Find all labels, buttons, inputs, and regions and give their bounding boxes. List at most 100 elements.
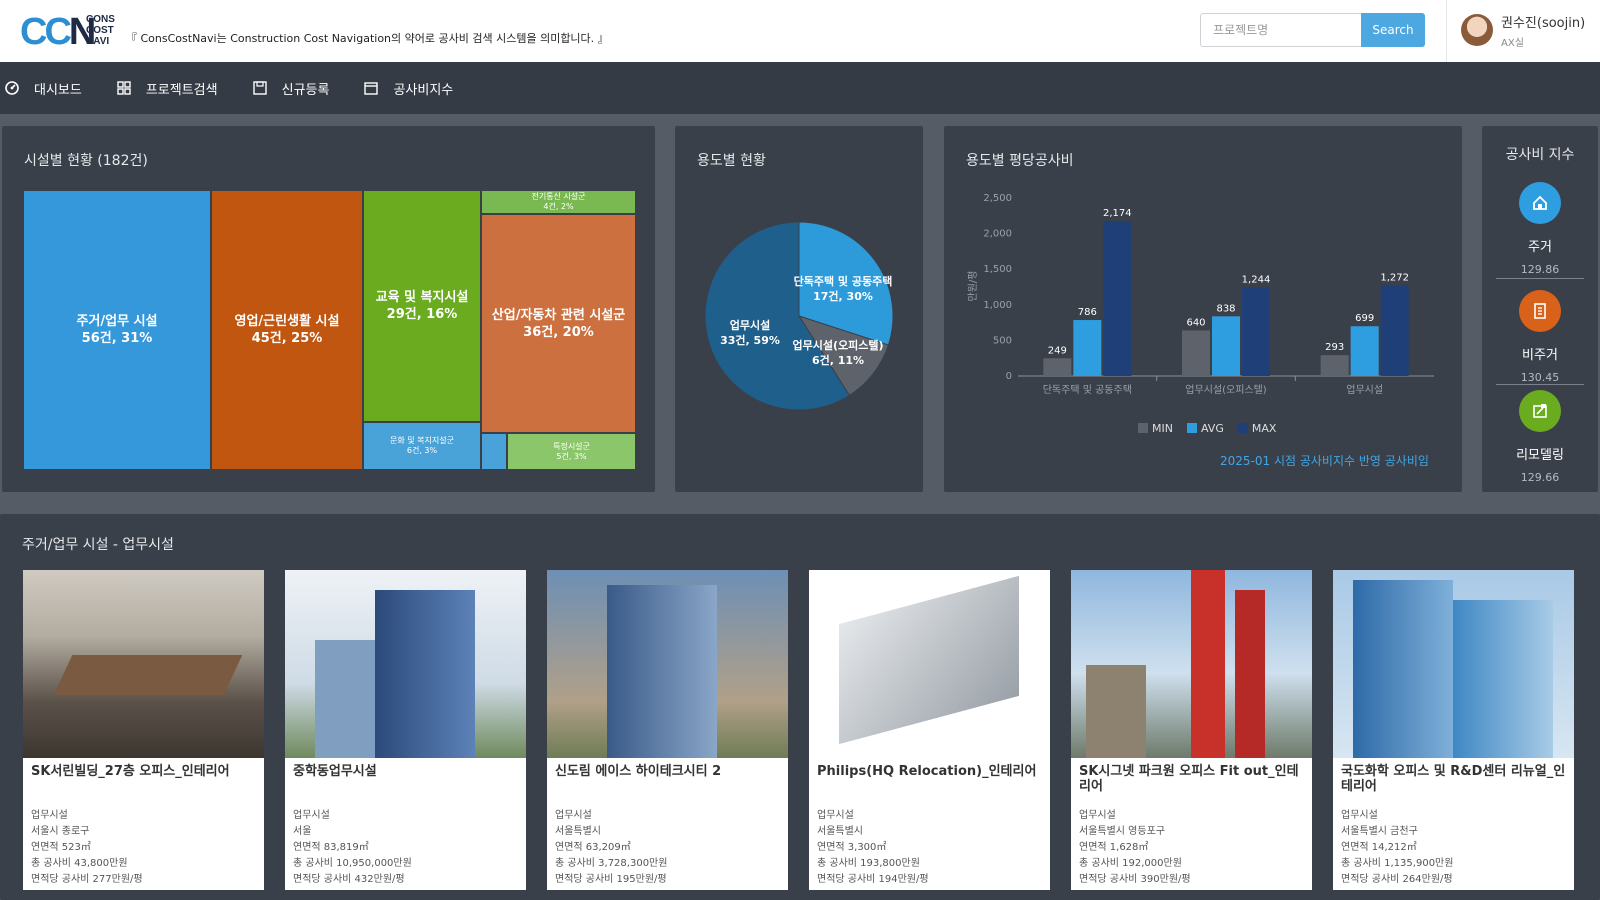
building-shape: [315, 640, 375, 758]
nav-item-new-register[interactable]: 신규등록: [248, 79, 360, 98]
index-item-nonresidential[interactable]: 비주거 130.45: [1482, 290, 1598, 384]
treemap-cell-telecom[interactable]: 전기통신 시설군 4건, 2%: [482, 191, 637, 215]
card-total-cost: 총 공사비 10,950,000만원: [293, 858, 412, 869]
bar-max[interactable]: [1242, 287, 1270, 376]
card-unit-cost: 면적당 공사비 390만원/평: [1079, 874, 1191, 885]
card-title: 중학동업무시설: [293, 764, 377, 779]
card-title: 국도화학 오피스 및 R&D센터 리뉴얼_인테리어: [1341, 764, 1566, 794]
card-area: 연면적 523㎡: [31, 842, 91, 853]
bar-avg[interactable]: [1212, 316, 1240, 376]
treemap-cell-residential-office[interactable]: 주거/업무 시설 56건, 31%: [24, 191, 212, 471]
card-meta: 업무시설 서울특별시 연면적 3,300㎡ 총 공사비 193,800만원 면적…: [817, 808, 929, 888]
card-location: 서울시 종로구: [31, 826, 90, 837]
table-shape: [53, 655, 243, 695]
logo-mark: CCN: [20, 11, 96, 53]
building-shape: [1453, 600, 1553, 758]
project-photo-floor-plan: [809, 570, 1050, 758]
card-area: 연면적 83,819㎡: [293, 842, 369, 853]
cell-label: 문화 및 복지지설군: [390, 436, 454, 445]
project-card[interactable]: Philips(HQ Relocation)_인테리어 업무시설 서울특별시 연…: [809, 570, 1050, 890]
bar-avg[interactable]: [1073, 320, 1102, 376]
project-card[interactable]: 신도림 에이스 하이테크시티 2 업무시설 서울특별시 연면적 63,209㎡ …: [547, 570, 788, 890]
calendar-icon: [363, 80, 379, 96]
card-meta: 업무시설 서울특별시 금천구 연면적 14,212㎡ 총 공사비 1,135,9…: [1341, 808, 1453, 888]
cell-label: 산업/자동차 관련 시설군: [491, 307, 626, 323]
nav-item-dashboard[interactable]: 대시보드: [0, 79, 112, 98]
pie-slice-label: 단독주택 및 공동주택: [793, 275, 893, 288]
card-location: 서울특별시 금천구: [1341, 826, 1418, 837]
treemap-cell-culture[interactable]: 문화 및 복지지설군 6건, 3%: [364, 423, 482, 471]
tagline: 『 ConsCostNavi는 Construction Cost Naviga…: [126, 32, 609, 45]
project-search-input[interactable]: [1200, 13, 1362, 47]
tower-shape: [1235, 590, 1265, 758]
project-card[interactable]: 국도화학 오피스 및 R&D센터 리뉴얼_인테리어 업무시설 서울특별시 금천구…: [1333, 570, 1574, 890]
treemap-cell-commercial[interactable]: 영업/근린생활 시설 45건, 25%: [212, 191, 364, 471]
index-item-residential[interactable]: 주거 129.86: [1482, 182, 1598, 276]
index-item-remodeling[interactable]: 리모델링 129.66: [1482, 390, 1598, 484]
card-unit-cost: 면적당 공사비 432만원/평: [293, 874, 405, 885]
bar-value-label: 838: [1216, 303, 1235, 314]
nav-label: 대시보드: [34, 82, 82, 98]
ccn-logo[interactable]: CCN CONS COST NAVI: [20, 10, 120, 54]
bar-value-label: 1,244: [1242, 274, 1271, 285]
project-card[interactable]: SK시그넷 파크원 오피스 Fit out_인테리어 업무시설 서울특별시 영등…: [1071, 570, 1312, 890]
y-tick-label: 0: [1006, 371, 1012, 382]
avatar: [1461, 14, 1493, 46]
cell-label: 주거/업무 시설: [76, 314, 158, 329]
treemap-cell-small[interactable]: [482, 434, 508, 471]
divider: [1496, 384, 1584, 385]
y-axis-label: 만원/평: [967, 271, 979, 302]
search-button[interactable]: Search: [1361, 13, 1425, 47]
bar-min[interactable]: [1320, 355, 1349, 376]
treemap-cell-education[interactable]: 교육 및 복지시설 29건, 16%: [364, 191, 482, 423]
bar-avg[interactable]: [1350, 326, 1379, 376]
legend-avg[interactable]: AVG: [1186, 422, 1224, 435]
project-card[interactable]: 중학동업무시설 업무시설 서울 연면적 83,819㎡ 총 공사비 10,950…: [285, 570, 526, 890]
y-tick-label: 1,500: [983, 264, 1012, 275]
legend-swatch: [1237, 423, 1248, 433]
bar-max[interactable]: [1103, 221, 1132, 376]
treemap-cell-special[interactable]: 특정시설군 5건, 3%: [508, 434, 637, 471]
treemap-cell-industrial[interactable]: 산업/자동차 관련 시설군 36건, 20%: [482, 215, 637, 434]
bar-value-label: 293: [1325, 342, 1344, 353]
card-unit-cost: 면적당 공사비 264만원/평: [1341, 874, 1453, 885]
bar-max[interactable]: [1380, 285, 1409, 376]
logo-text-line: CONS: [86, 14, 115, 25]
divider: [1496, 278, 1584, 279]
card-type: 업무시설: [1341, 810, 1378, 821]
card-meta: 업무시설 서울특별시 연면적 63,209㎡ 총 공사비 3,728,300만원…: [555, 808, 667, 888]
house-icon: [1519, 182, 1561, 224]
card-unit-cost: 면적당 공사비 194만원/평: [817, 874, 929, 885]
card-total-cost: 총 공사비 43,800만원: [31, 858, 128, 869]
legend-max[interactable]: MAX: [1237, 422, 1276, 435]
bar-min[interactable]: [1182, 330, 1210, 376]
cell-label: 교육 및 복지시설: [375, 290, 469, 305]
card-unit-cost: 면적당 공사비 195만원/평: [555, 874, 667, 885]
nav-item-cost-index[interactable]: 공사비지수: [359, 79, 483, 98]
project-photo-kukdo: [1333, 570, 1574, 758]
tower-shape: [1191, 570, 1225, 758]
index-value: 129.86: [1520, 263, 1560, 276]
pie-label-officetel: 업무시설(오피스텔) 6건, 11%: [785, 338, 891, 368]
grid-icon: [116, 80, 132, 96]
card-total-cost: 총 공사비 193,800만원: [817, 858, 920, 869]
card-location: 서울특별시: [817, 826, 863, 837]
legend-min[interactable]: MIN: [1138, 422, 1173, 435]
cell-value: 45건, 25%: [251, 331, 323, 346]
logo-text: CONS COST NAVI: [86, 14, 115, 47]
nav-item-project-search[interactable]: 프로젝트검색: [112, 79, 248, 98]
card-total-cost: 총 공사비 1,135,900만원: [1341, 858, 1454, 869]
logo-text-line: COST: [86, 25, 114, 36]
bar-min[interactable]: [1043, 358, 1072, 376]
user-profile[interactable]: 권수진(soojin) AX실: [1446, 0, 1600, 62]
cell-label: 영업/근린생활 시설: [234, 314, 340, 329]
bar-value-label: 1,272: [1380, 272, 1409, 283]
bar-value-label: 786: [1078, 307, 1097, 318]
nav-label: 공사비지수: [393, 82, 454, 98]
building-shape: [375, 590, 475, 758]
facility-status-panel: 시설별 현황 (182건) 주거/업무 시설 56건, 31% 영업/근린생활 …: [2, 126, 655, 492]
project-card[interactable]: SK서린빌딩_27층 오피스_인테리어 업무시설 서울시 종로구 연면적 523…: [23, 570, 264, 890]
building-shape: [1353, 580, 1453, 758]
index-value: 129.66: [1520, 471, 1560, 484]
y-tick-label: 2,000: [983, 229, 1012, 240]
